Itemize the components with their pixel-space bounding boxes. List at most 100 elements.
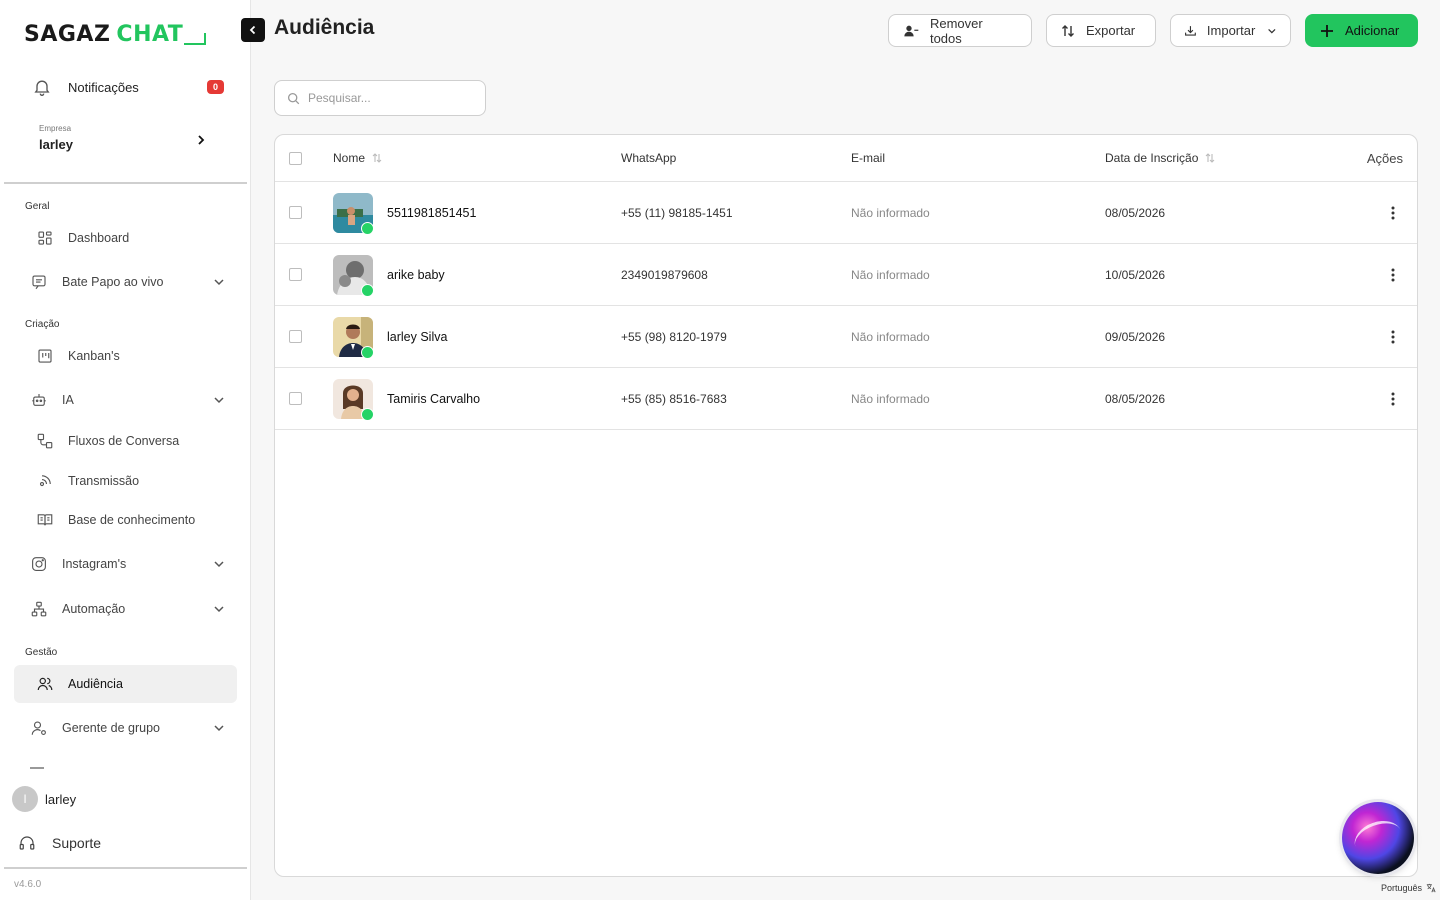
row-checkbox[interactable] [289,206,302,219]
table-row[interactable]: Tamiris Carvalho +55 (85) 8516-7683 Não … [275,368,1417,430]
sort-arrows-icon [1062,24,1074,37]
audience-table: Nome WhatsApp E-mail Data de Inscrição A… [274,134,1418,877]
chevron-down-icon [214,725,224,732]
table-row[interactable]: larley Silva +55 (98) 8120-1979 Não info… [275,306,1417,368]
company-selector[interactable]: Empresa larley [39,124,211,158]
import-label: Importar [1206,23,1256,38]
app-logo[interactable]: SAGAZ CHAT [24,20,207,48]
chevron-down-icon [214,561,224,568]
plus-icon [1321,24,1333,37]
remove-all-label: Remover todos [929,15,983,46]
sidebar-item-live-chat[interactable]: Bate Papo ao vivo [14,263,237,301]
language-selector[interactable]: Português [1381,883,1436,893]
sidebar-item-broadcast[interactable]: Transmissão [14,462,237,500]
search-input[interactable] [308,91,478,105]
section-criacao: Criação [25,319,60,330]
bell-icon [34,80,50,96]
sidebar-item-label: IA [62,393,74,407]
column-header-date[interactable]: Data de Inscrição [1105,135,1215,181]
table-row[interactable]: 5511981851451 +55 (11) 98185-1451 Não in… [275,182,1417,244]
whatsapp-icon [361,345,374,359]
table-header: Nome WhatsApp E-mail Data de Inscrição A… [275,135,1417,182]
contact-email: Não informado [851,391,930,406]
more-vertical-icon [1391,268,1395,281]
avatar: I [12,786,38,812]
remove-all-button[interactable]: Remover todos [888,14,1032,47]
whatsapp-icon [361,221,374,235]
contact-date: 10/05/2026 [1105,267,1166,282]
logo-accent-text: CHAT [116,21,184,47]
sidebar-item-label: Kanban's [68,349,120,363]
sidebar-item-knowledge-base[interactable]: Base de conhecimento [14,501,237,539]
contact-date: 08/05/2026 [1105,391,1166,406]
row-actions-button[interactable] [1391,368,1395,429]
notifications-count-badge: 0 [206,80,224,94]
app-version: v4.6.0 [14,879,42,890]
chat-bubble-icon [184,33,207,45]
ai-assistant-button[interactable] [1342,802,1414,874]
chevron-down-icon [214,279,224,286]
whatsapp-icon [361,283,374,297]
contact-whatsapp: +55 (85) 8516-7683 [621,391,727,406]
column-header-name[interactable]: Nome [333,135,382,181]
sidebar-item-ia[interactable]: IA [14,381,237,419]
chat-icon [32,275,46,290]
row-checkbox[interactable] [289,330,302,343]
sidebar-item-kanban[interactable]: Kanban's [14,337,237,375]
broadcast-icon [39,475,51,487]
add-label: Adicionar [1345,23,1400,38]
column-header-whatsapp: WhatsApp [621,135,676,181]
sidebar-item-label: Fluxos de Conversa [68,434,180,448]
table-row[interactable]: arike baby 2349019879608 Não informado 1… [275,244,1417,306]
collapse-sidebar-button[interactable] [241,18,265,42]
row-actions-button[interactable] [1391,182,1395,243]
avatar [333,378,374,421]
page-title: Audiência [274,16,375,39]
robot-icon [32,394,46,406]
contact-email: Não informado [851,267,930,282]
row-checkbox[interactable] [289,268,302,281]
sidebar-item-audience[interactable]: Audiência [14,665,237,703]
column-label: WhatsApp [621,151,677,165]
sidebar-item-group-manager[interactable]: Gerente de grupo [14,709,237,747]
chevron-left-icon [249,25,256,35]
sidebar-item-automation[interactable]: Automação [14,590,237,628]
dashboard-icon [38,231,52,245]
select-all-checkbox[interactable] [289,151,302,165]
sidebar-item-label: Base de conhecimento [68,513,196,527]
group-manager-icon [31,721,46,735]
row-checkbox[interactable] [289,392,302,405]
add-button[interactable]: Adicionar [1305,14,1418,47]
export-label: Exportar [1086,23,1136,38]
row-actions-button[interactable] [1391,306,1395,367]
contact-email: Não informado [851,329,930,344]
support-link[interactable]: Suporte [18,834,101,852]
user-profile[interactable]: I larley [12,786,76,812]
contact-name: arike baby [387,267,445,282]
download-icon [1185,25,1196,36]
contact-name: larley Silva [387,329,448,344]
book-icon [37,514,53,526]
sidebar-item-conversation-flows[interactable]: Fluxos de Conversa [14,422,237,460]
export-button[interactable]: Exportar [1046,14,1156,47]
whatsapp-icon [361,407,374,421]
contact-whatsapp: +55 (98) 8120-1979 [621,329,727,344]
user-minus-icon [904,25,919,36]
sidebar-item-dashboard[interactable]: Dashboard [14,219,237,257]
instagram-icon [32,557,46,571]
sidebar-footer-divider [4,867,247,869]
more-vertical-icon [1391,206,1395,219]
sidebar-item-label: Gerente de grupo [62,721,160,735]
sidebar-item-instagram[interactable]: Instagram's [14,545,237,583]
section-gestao: Gestão [25,647,58,658]
kanban-icon [38,349,52,363]
import-dropdown-button[interactable]: Importar [1170,14,1291,47]
row-actions-button[interactable] [1391,244,1395,305]
column-header-email: E-mail [851,135,885,181]
avatar [333,316,374,359]
user-name: larley [45,791,77,807]
notifications-item[interactable]: Notificações 0 [32,74,224,100]
headset-icon [19,836,35,850]
sidebar-divider [4,182,247,184]
column-label: Nome [333,151,366,165]
